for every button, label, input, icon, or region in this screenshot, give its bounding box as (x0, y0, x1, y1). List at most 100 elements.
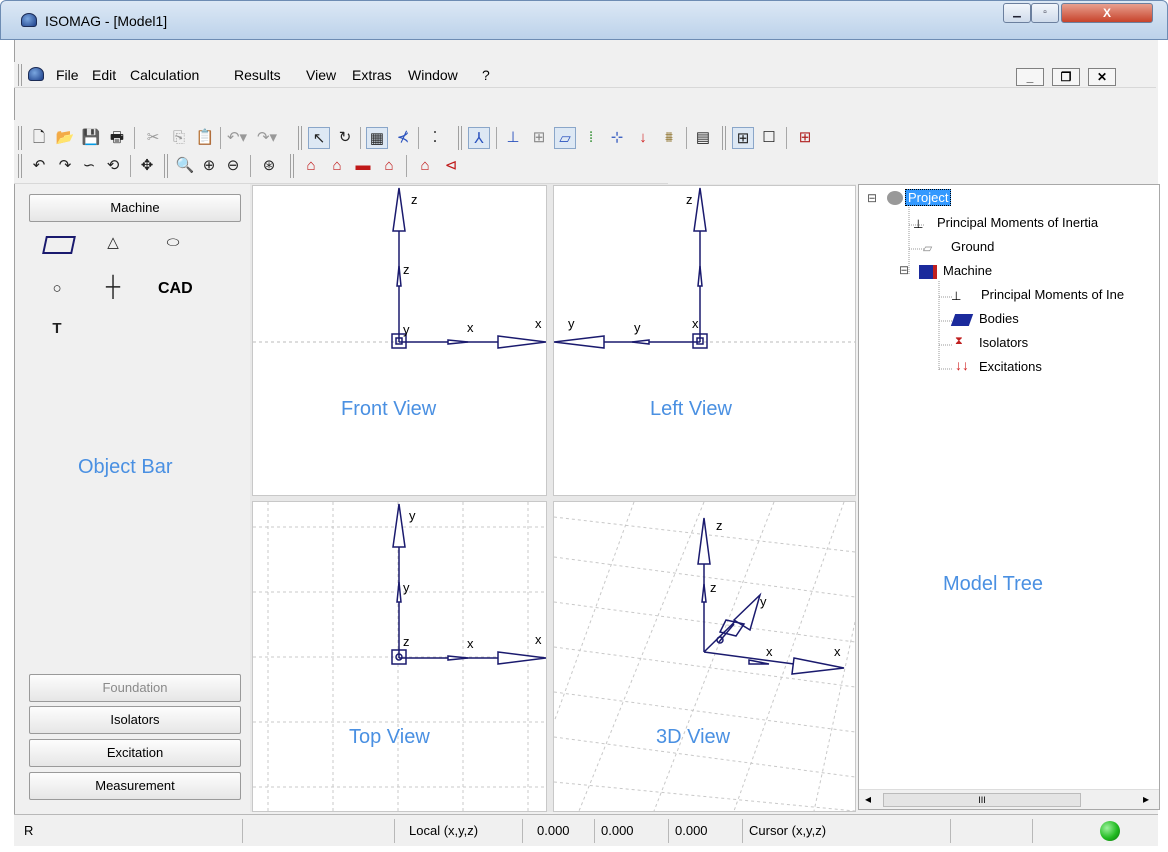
toolbar-grip[interactable] (298, 126, 302, 150)
tree-node-machine[interactable]: Machine (943, 263, 992, 278)
rotate-z-icon[interactable]: ∽ (78, 155, 100, 177)
tab-foundation[interactable]: Foundation (29, 674, 241, 702)
horizontal-scrollbar[interactable]: ◂ III ▸ (859, 789, 1159, 809)
cad-button[interactable]: CAD (158, 280, 193, 298)
new-icon[interactable]: 🗋 (28, 127, 50, 149)
iso-view-icon[interactable]: ⌂ (378, 155, 400, 177)
layout-icon[interactable]: ⊞ (794, 127, 816, 149)
menu-results[interactable]: Results (234, 67, 281, 83)
cut-icon[interactable]: ✂ (142, 127, 164, 149)
toolbar-grip[interactable] (18, 154, 22, 178)
isolator-icon[interactable]: ⦙ (580, 127, 602, 149)
principal-icon[interactable]: ⊹ (606, 127, 628, 149)
ground-plane-icon[interactable]: ▱ (554, 127, 576, 149)
tree-expander-machine[interactable]: ⊟ (899, 263, 909, 277)
redo-icon[interactable]: ↷▾ (256, 127, 278, 149)
front-view-canvas[interactable]: z z y x x (253, 186, 546, 495)
left-view-canvas[interactable]: z y y x (554, 186, 855, 495)
select-pointer-icon[interactable]: ↖ (308, 127, 330, 149)
menu-view[interactable]: View (306, 67, 336, 83)
status-empty-1 (242, 819, 388, 843)
tree-node-ground[interactable]: Ground (951, 239, 994, 254)
menu-window[interactable]: Window (408, 67, 458, 83)
rotate-icon[interactable]: ↻ (334, 127, 356, 149)
point-mass-icon[interactable]: ┼ (102, 276, 124, 298)
tbeam-icon[interactable]: T (46, 318, 68, 340)
zoom-all-icon[interactable]: ⊛ (258, 155, 280, 177)
menu-file[interactable]: File (56, 67, 79, 83)
circle-icon[interactable]: ○ (46, 278, 68, 300)
close-button[interactable]: X (1061, 3, 1153, 23)
points-icon[interactable]: ⁚ (424, 127, 446, 149)
zoom-icon[interactable]: 🔍 (174, 155, 196, 177)
scroll-thumb[interactable]: III (883, 793, 1081, 807)
tree-node-isolators[interactable]: Isolators (979, 335, 1028, 350)
menu-calculation[interactable]: Calculation (130, 67, 199, 83)
coordinate-icon[interactable]: ⅄ (468, 127, 490, 149)
tree-node-bodies[interactable]: Bodies (979, 311, 1019, 326)
undo-icon[interactable]: ↶▾ (226, 127, 248, 149)
minimize-button[interactable]: ▁ (1003, 3, 1031, 23)
menu-extras[interactable]: Extras (352, 67, 392, 83)
top-view-canvas[interactable]: y y z x x (253, 502, 546, 811)
mdi-minimize-button[interactable]: _ (1016, 68, 1044, 86)
pan-icon[interactable]: ✥ (136, 155, 158, 177)
mdi-restore-button[interactable]: ❐ (1052, 68, 1080, 86)
box-icon[interactable] (42, 236, 76, 254)
perspective-icon[interactable]: ⊲ (440, 155, 462, 177)
menubar-grip[interactable] (18, 64, 22, 86)
maximize-button[interactable]: ▫ (1031, 3, 1059, 23)
orbit-icon[interactable]: ⟲ (102, 155, 124, 177)
toolbar-grip[interactable] (290, 154, 294, 178)
top-view-icon[interactable]: ▬ (352, 155, 374, 177)
front-view[interactable]: z z y x x Front View (252, 185, 547, 496)
paste-icon[interactable]: 📋 (194, 127, 216, 149)
tree-node-excitations[interactable]: Excitations (979, 359, 1042, 374)
cylinder-icon[interactable]: ⬭ (162, 232, 184, 254)
tab-measurement[interactable]: Measurement (29, 772, 241, 800)
tab-excitation[interactable]: Excitation (29, 739, 241, 767)
toolbar-grip[interactable] (458, 126, 462, 150)
rotate-x-icon[interactable]: ↶ (28, 155, 50, 177)
calculator-icon[interactable]: ▦ (366, 127, 388, 149)
toolbar-grip[interactable] (164, 154, 168, 178)
tree-node-machine-principal[interactable]: Principal Moments of Ine (981, 287, 1124, 302)
single-view-icon[interactable]: ☐ (758, 127, 780, 149)
properties-icon[interactable]: ▤ (692, 127, 714, 149)
excitation-icon[interactable]: ↓ (632, 127, 654, 149)
save-icon[interactable]: 💾 (80, 127, 102, 149)
grid-icon[interactable]: ⊞ (528, 127, 550, 149)
axis-icon[interactable]: ⊥ (502, 127, 524, 149)
three-d-view[interactable]: z z y x x 3D View (553, 501, 856, 812)
menu-help[interactable]: ? (482, 67, 490, 83)
prism-icon[interactable]: △ (102, 232, 124, 254)
tree-expander-project[interactable]: ⊟ (867, 191, 877, 205)
top-view[interactable]: y y z x x Top View (252, 501, 547, 812)
three-d-view-canvas[interactable]: z z y x x (554, 502, 855, 811)
front-view-icon[interactable]: ⌂ (300, 155, 322, 177)
zoom-in-icon[interactable]: ⊕ (198, 155, 220, 177)
doc-icon[interactable] (28, 67, 44, 81)
toolbar-grip[interactable] (722, 126, 726, 150)
menu-edit[interactable]: Edit (92, 67, 116, 83)
print-icon[interactable]: 🖶 (106, 127, 128, 149)
zoom-out-icon[interactable]: ⊖ (222, 155, 244, 177)
left-view-icon[interactable]: ⌂ (326, 155, 348, 177)
rotate-y-icon[interactable]: ↷ (54, 155, 76, 177)
open-icon[interactable]: 📂 (54, 127, 76, 149)
four-views-icon[interactable]: ⊞ (732, 127, 754, 149)
scroll-right-icon[interactable]: ▸ (1143, 792, 1149, 806)
axis-label-x-front-end: x (535, 316, 542, 331)
toolbar-grip[interactable] (18, 126, 22, 150)
tab-machine[interactable]: Machine (29, 194, 241, 222)
measurement-icon[interactable]: ⩩ (658, 127, 680, 149)
axes-calc-icon[interactable]: ⊀ (392, 127, 414, 149)
mdi-close-button[interactable]: ✕ (1088, 68, 1116, 86)
scroll-left-icon[interactable]: ◂ (865, 792, 871, 806)
copy-icon[interactable]: ⎘ (168, 127, 190, 149)
house-view-icon[interactable]: ⌂ (414, 155, 436, 177)
left-view[interactable]: z y y x Left View (553, 185, 856, 496)
tree-node-principal-moments[interactable]: Principal Moments of Inertia (937, 215, 1098, 230)
tab-isolators[interactable]: Isolators (29, 706, 241, 734)
tree-node-project[interactable]: Project (905, 189, 952, 206)
